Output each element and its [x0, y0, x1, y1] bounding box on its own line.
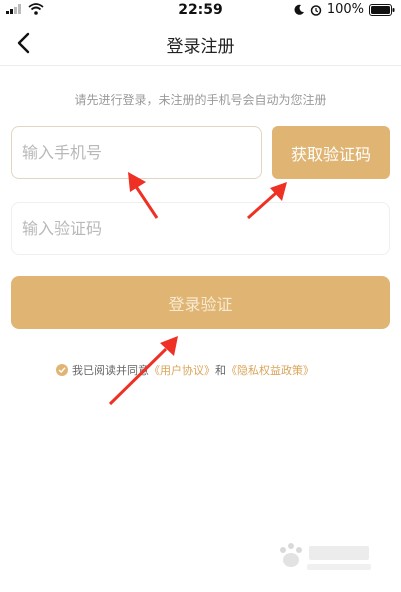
agreement-and: 和	[215, 364, 226, 377]
baidu-jingyan-watermark	[280, 543, 371, 570]
get-code-button[interactable]: 获取验证码	[272, 126, 390, 179]
agreement-checkbox[interactable]	[56, 364, 68, 376]
battery-icon	[369, 3, 395, 16]
page-title: 登录注册	[166, 37, 235, 57]
alarm-icon	[310, 4, 322, 16]
moon-icon	[294, 4, 304, 15]
battery-percent: 100%	[326, 2, 364, 17]
phone-input[interactable]	[11, 126, 262, 179]
verification-code-input[interactable]	[11, 202, 390, 255]
login-button[interactable]: 登录验证	[11, 276, 390, 329]
privacy-policy-link[interactable]: 《隐私权益政策》	[226, 362, 314, 378]
agreement-prefix: 我已阅读并同意	[72, 364, 149, 377]
navbar: 登录注册	[0, 20, 401, 66]
user-agreement-link[interactable]: 《用户协议》	[149, 362, 215, 378]
check-icon	[58, 367, 66, 373]
status-right: 100%	[294, 2, 395, 17]
register-hint: 请先进行登录，未注册的手机号会自动为您注册	[74, 93, 327, 107]
agreement-row: 我已阅读并同意 《用户协议》 和 《隐私权益政策》	[56, 362, 314, 378]
status-bar: 22:59 100%	[0, 0, 401, 20]
